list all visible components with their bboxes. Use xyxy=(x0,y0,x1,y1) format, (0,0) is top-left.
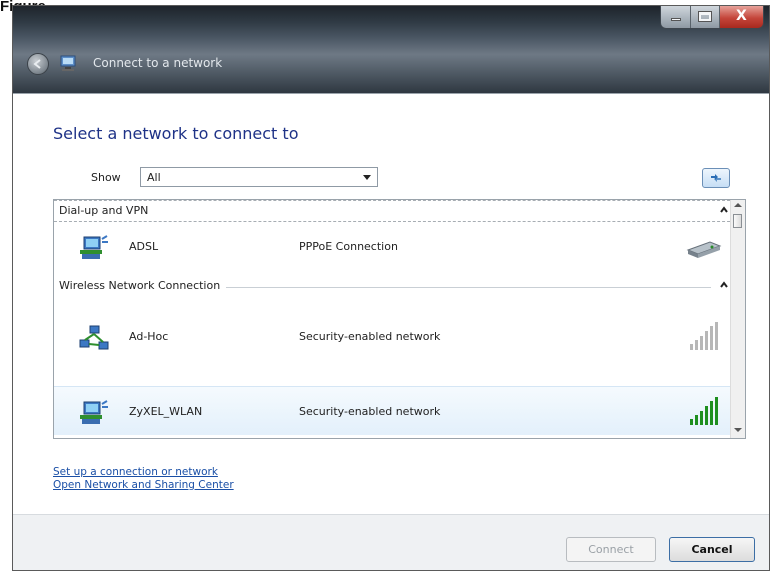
signal-bars-weak-icon xyxy=(690,322,718,350)
group-header-dialup: Dial-up and VPN xyxy=(54,200,745,222)
list-item[interactable]: ZyXEL_WLAN Security-enabled network xyxy=(54,386,732,435)
cancel-button[interactable]: Cancel xyxy=(669,537,755,562)
content-area: Select a network to connect to Show All … xyxy=(13,94,769,514)
list-item[interactable]: ADSL PPPoE Connection xyxy=(54,222,732,270)
show-filter-select[interactable]: All xyxy=(140,167,378,187)
chevron-down-icon xyxy=(363,175,371,180)
title-bar: Connect to a network X xyxy=(13,6,769,94)
refresh-button[interactable] xyxy=(702,168,730,188)
chevron-up-icon xyxy=(720,206,728,213)
show-label: Show xyxy=(91,171,121,184)
window-controls: X xyxy=(660,6,764,29)
page-title: Select a network to connect to xyxy=(53,124,299,143)
dialog-footer: Connect Cancel xyxy=(13,514,769,570)
network-title-icon xyxy=(60,55,76,71)
show-filter-value: All xyxy=(147,171,161,184)
list-item[interactable]: Ad-Hoc Security-enabled network xyxy=(54,312,732,360)
collapse-group-button[interactable] xyxy=(717,203,731,217)
window-title: Connect to a network xyxy=(93,56,223,70)
signal-bars-strong-icon xyxy=(690,397,718,425)
collapse-group-button[interactable] xyxy=(717,278,731,292)
close-button[interactable]: X xyxy=(719,6,763,28)
refresh-icon xyxy=(711,174,721,182)
group-header-wireless: Wireless Network Connection xyxy=(54,276,745,298)
chevron-up-icon xyxy=(720,281,728,288)
back-arrow-icon xyxy=(33,59,41,69)
connect-network-window: Connect to a network X Select a network … xyxy=(12,5,770,571)
modem-icon xyxy=(686,241,722,258)
group-label: Wireless Network Connection xyxy=(59,279,227,292)
adhoc-network-icon xyxy=(79,325,109,350)
group-label: Dial-up and VPN xyxy=(59,204,155,217)
network-description: Security-enabled network xyxy=(299,405,441,418)
connect-button[interactable]: Connect xyxy=(566,537,656,562)
network-name: ADSL xyxy=(129,240,159,253)
network-list: Dial-up and VPN ADSL PPPoE Connection Wi… xyxy=(53,199,746,439)
network-name: ZyXEL_WLAN xyxy=(129,405,203,418)
close-icon: X xyxy=(736,8,747,24)
network-sharing-center-link[interactable]: Open Network and Sharing Center xyxy=(53,479,234,491)
network-description: PPPoE Connection xyxy=(299,240,398,253)
scroll-thumb[interactable] xyxy=(733,214,742,228)
maximize-button[interactable] xyxy=(691,6,720,28)
scroll-up-icon[interactable] xyxy=(734,203,742,207)
scroll-down-icon[interactable] xyxy=(734,428,742,432)
network-description: Security-enabled network xyxy=(299,330,441,343)
list-scrollbar[interactable] xyxy=(730,200,745,438)
setup-connection-link[interactable]: Set up a connection or network xyxy=(53,466,218,478)
network-name: Ad-Hoc xyxy=(129,330,169,343)
network-computer-icon xyxy=(80,235,108,259)
network-computer-icon xyxy=(80,400,108,424)
minimize-button[interactable] xyxy=(661,6,692,28)
back-button[interactable] xyxy=(27,53,49,75)
